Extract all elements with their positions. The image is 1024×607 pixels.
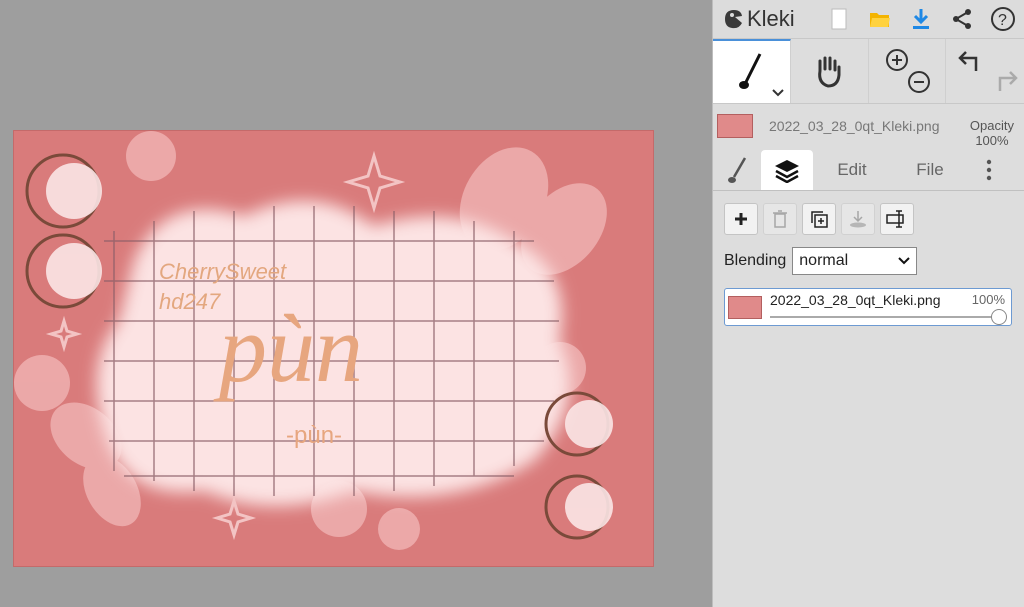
brush-icon — [739, 53, 762, 89]
blending-select[interactable]: normal — [792, 247, 918, 275]
blending-label: Blending — [724, 252, 787, 269]
layers-icon — [775, 160, 799, 183]
trash-icon — [773, 210, 787, 228]
file-thumbnail — [717, 114, 753, 138]
plus-icon — [735, 213, 747, 225]
blending-value: normal — [799, 252, 849, 269]
blending-row: Blending normal — [713, 235, 1024, 275]
tab-file[interactable]: File — [891, 150, 969, 190]
layer-name: 2022_03_28_0qt_Kleki.png — [770, 292, 941, 308]
redo-icon[interactable] — [990, 67, 1020, 97]
share-button[interactable] — [942, 0, 983, 38]
more-vertical-icon — [986, 159, 992, 181]
opacity-label: Opacity — [969, 118, 1014, 133]
zoom-tool-button[interactable] — [869, 39, 947, 103]
new-file-button[interactable] — [819, 0, 860, 38]
chevron-down-icon — [898, 257, 910, 265]
hand-icon — [818, 56, 841, 88]
tab-layers[interactable] — [761, 150, 813, 190]
layer-opacity: 100% — [971, 292, 1005, 307]
svg-text:?: ? — [998, 12, 1007, 29]
new-file-icon — [831, 8, 847, 30]
tool-row — [713, 39, 1024, 104]
share-icon — [953, 9, 972, 29]
help-icon: ? — [991, 7, 1016, 31]
canvas-area[interactable]: CherrySweet hd247 pùn -pùn- — [0, 0, 712, 607]
art-text-cherry: CherrySweet — [159, 259, 287, 284]
art-text-hd: hd247 — [159, 289, 221, 314]
layer-item[interactable]: 2022_03_28_0qt_Kleki.png 100% — [724, 288, 1012, 326]
merge-down-icon — [850, 211, 866, 228]
layer-buttons — [713, 191, 1024, 235]
kleki-logo-icon — [725, 10, 742, 29]
undo-redo-group — [946, 39, 1024, 103]
open-file-button[interactable] — [860, 0, 901, 38]
kleki-logo[interactable]: Kleki — [713, 6, 819, 32]
more-menu-button[interactable] — [969, 150, 1009, 190]
file-name: 2022_03_28_0qt_Kleki.png — [769, 118, 940, 134]
tab-edit[interactable]: Edit — [813, 150, 891, 190]
app-title: Kleki — [747, 6, 795, 31]
file-opacity: Opacity 100% — [970, 118, 1014, 148]
art-text-sub: -pùn- — [286, 422, 342, 449]
zoom-icon — [885, 49, 930, 93]
opacity-value: 100% — [975, 133, 1009, 148]
delete-layer-button[interactable] — [763, 203, 797, 235]
hand-tool-button[interactable] — [791, 39, 869, 103]
folder-icon — [870, 13, 891, 27]
panel-tabs: Edit File — [713, 148, 1024, 191]
brush-tool-button[interactable] — [713, 39, 791, 103]
rename-layer-button[interactable] — [880, 203, 914, 235]
undo-icon[interactable] — [956, 47, 986, 77]
artwork-canvas[interactable]: CherrySweet hd247 pùn -pùn- — [13, 130, 654, 567]
add-layer-button[interactable] — [724, 203, 758, 235]
tab-brush[interactable] — [713, 150, 761, 190]
duplicate-icon — [811, 211, 828, 228]
save-button[interactable] — [901, 0, 942, 38]
chevron-down-icon[interactable] — [772, 89, 784, 97]
duplicate-layer-button[interactable] — [802, 203, 836, 235]
help-button[interactable]: ? — [983, 0, 1024, 38]
side-panel: Kleki ? 2022_03_28_0qt_Kleki.png Opacity… — [712, 0, 1024, 607]
top-bar: Kleki ? — [713, 0, 1024, 39]
download-icon — [913, 9, 930, 29]
brush-icon — [728, 157, 747, 183]
art-text-title: pùn — [213, 295, 363, 402]
merge-layer-button[interactable] — [841, 203, 875, 235]
rename-icon — [886, 210, 904, 228]
layer-opacity-slider-handle[interactable] — [991, 309, 1007, 325]
layer-opacity-slider[interactable] — [770, 316, 997, 318]
layer-thumbnail — [728, 296, 762, 319]
